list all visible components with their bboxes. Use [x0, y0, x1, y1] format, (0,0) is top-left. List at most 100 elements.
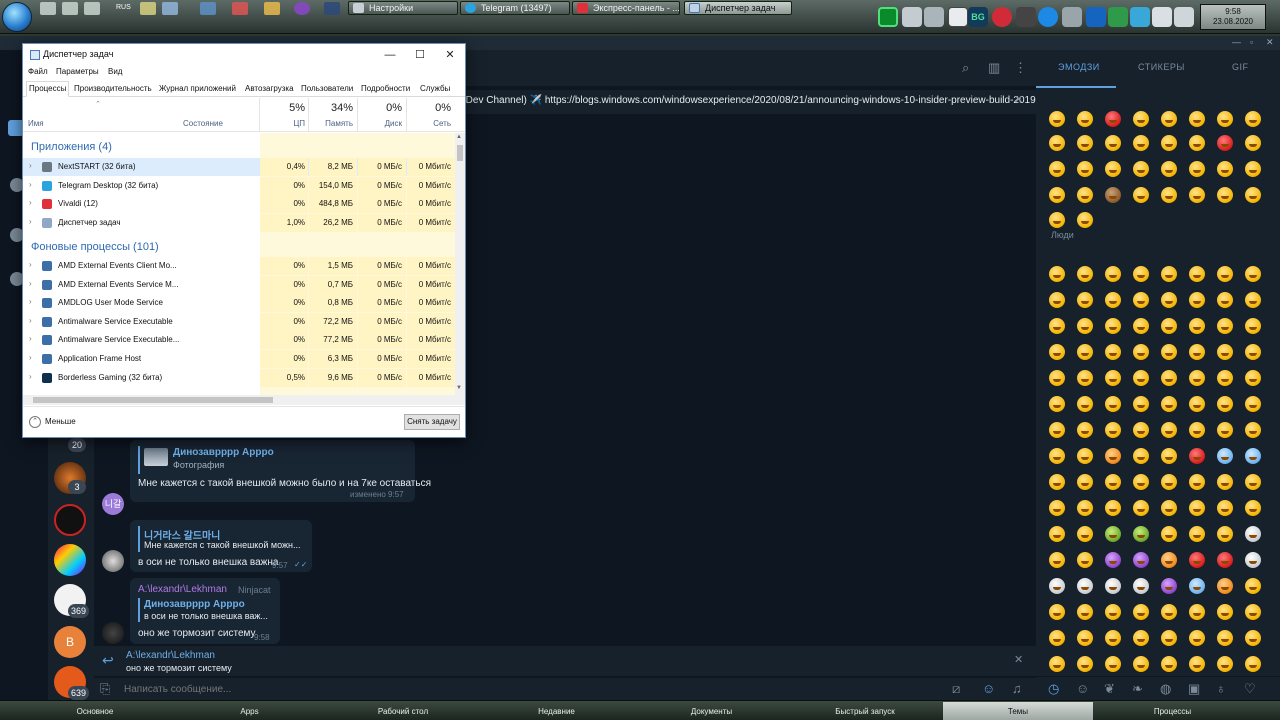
taskbar-button-telegram[interactable]: Telegram (13497): [460, 1, 570, 15]
emoji-icon[interactable]: [1161, 266, 1177, 282]
process-row[interactable]: › Диспетчер задач 1,0% 26,2 МБ 0 МБ/с 0 Мбит/…: [23, 213, 455, 232]
quick-launch-icon[interactable]: [162, 2, 178, 15]
emoji-icon[interactable]: [1049, 344, 1065, 360]
group-background[interactable]: Фоновые процессы (101): [23, 236, 455, 258]
emoji-icon[interactable]: [1245, 604, 1261, 620]
emoji-icon[interactable]: [1049, 552, 1065, 568]
maximize-button[interactable]: ☐: [405, 46, 435, 64]
security-icon[interactable]: [1108, 7, 1128, 27]
emoji-icon[interactable]: [1217, 318, 1233, 334]
emoji-icon[interactable]: [1049, 111, 1065, 127]
emoji-icon[interactable]: [1105, 318, 1121, 334]
emoji-icon[interactable]: [1189, 344, 1205, 360]
emoji-icon[interactable]: [1189, 604, 1205, 620]
emoji-icon[interactable]: [1049, 578, 1065, 594]
emoji-icon[interactable]: [1049, 318, 1065, 334]
emoji-icon[interactable]: [1245, 135, 1261, 151]
emoji-icon[interactable]: [1077, 344, 1093, 360]
emoji-icon[interactable]: [1133, 474, 1149, 490]
emoji-icon[interactable]: [1133, 344, 1149, 360]
bluetooth-icon[interactable]: [1086, 7, 1106, 27]
tab-startup[interactable]: Автозагрузка: [245, 83, 294, 97]
emoji-icon[interactable]: [1133, 161, 1149, 177]
tray-icon[interactable]: [1016, 7, 1036, 27]
clock[interactable]: 9:58 23.08.2020: [1200, 4, 1266, 30]
emoji-icon[interactable]: [1105, 474, 1121, 490]
emoji-icon[interactable]: [1245, 500, 1261, 516]
process-row[interactable]: › NextSTART (32 бита) 0,4% 8,2 МБ 0 МБ/с 0 Мб…: [23, 158, 455, 176]
emoji-icon[interactable]: [1077, 212, 1093, 228]
tray-icon[interactable]: [902, 7, 922, 27]
tray-icon[interactable]: [1130, 7, 1150, 27]
emoji-icon[interactable]: [1049, 212, 1065, 228]
smile-icon[interactable]: ☺: [1076, 681, 1089, 696]
tray-icon[interactable]: [992, 7, 1012, 27]
emoji-icon[interactable]: [1077, 526, 1093, 542]
emoji-icon[interactable]: [1077, 552, 1093, 568]
emoji-icon[interactable]: [1105, 422, 1121, 438]
emoji-icon[interactable]: [1077, 266, 1093, 282]
emoji-icon[interactable]: [1049, 396, 1065, 412]
emoji-icon[interactable]: [1245, 422, 1261, 438]
process-row[interactable]: › Vivaldi (12) 0% 484,8 МБ 0 МБ/с 0 Мбит/с: [23, 195, 455, 214]
emoji-icon[interactable]: [1049, 161, 1065, 177]
emoji-icon[interactable]: [1245, 266, 1261, 282]
emoji-icon[interactable]: [1049, 266, 1065, 282]
emoji-icon[interactable]: [1077, 111, 1093, 127]
dock-item-recent[interactable]: Недавние: [479, 707, 634, 716]
emoji-icon[interactable]: [1105, 187, 1121, 203]
scroll-thumb[interactable]: [457, 145, 463, 161]
emoji-icon[interactable]: [1245, 344, 1261, 360]
taskbar-button-task-manager[interactable]: Диспетчер задач: [684, 1, 792, 15]
microphone-icon[interactable]: ♫: [1012, 681, 1022, 696]
tray-monitor-icon[interactable]: [878, 7, 898, 27]
close-icon[interactable]: ✕: [1014, 653, 1023, 666]
emoji-icon[interactable]: [1161, 448, 1177, 464]
emoji-icon[interactable]: [1077, 448, 1093, 464]
minimize-icon[interactable]: —: [1232, 37, 1241, 47]
emoji-icon[interactable]: [1133, 135, 1149, 151]
close-button[interactable]: ✕: [435, 46, 465, 64]
emoji-icon[interactable]: [1245, 396, 1261, 412]
quick-launch-icon[interactable]: [140, 2, 156, 15]
menu-view[interactable]: Вид: [108, 67, 122, 76]
emoji-icon[interactable]: [1189, 552, 1205, 568]
emoji-icon[interactable]: [1077, 292, 1093, 308]
expand-chevron-icon[interactable]: ›: [29, 297, 32, 306]
tab-stickers[interactable]: СТИКЕРЫ: [1138, 62, 1185, 72]
emoji-icon[interactable]: [1245, 578, 1261, 594]
quick-launch-icon[interactable]: [232, 2, 248, 15]
emoji-icon[interactable]: [1245, 161, 1261, 177]
process-row[interactable]: › Telegram Desktop (32 бита) 0% 154,0 МБ 0 М…: [23, 176, 455, 195]
emoji-icon[interactable]: [1217, 161, 1233, 177]
emoji-icon[interactable]: [1105, 292, 1121, 308]
emoji-icon[interactable]: [1105, 448, 1121, 464]
cpu-percent[interactable]: 5%: [263, 102, 305, 114]
emoji-icon[interactable]: [1105, 500, 1121, 516]
emoji-icon[interactable]: [1217, 344, 1233, 360]
emoji-icon[interactable]: [1245, 187, 1261, 203]
process-row[interactable]: › Application Frame Host 0% 6,3 МБ 0 МБ/с 0 М…: [23, 350, 455, 368]
emoji-icon[interactable]: [1077, 396, 1093, 412]
emoji-icon[interactable]: [1049, 187, 1065, 203]
sidebar-toggle-icon[interactable]: ▥: [988, 60, 1000, 76]
emoji-icon[interactable]: [1049, 604, 1065, 620]
emoji-icon[interactable]: [1189, 474, 1205, 490]
emoji-icon[interactable]: [1077, 161, 1093, 177]
tray-icon[interactable]: [924, 7, 944, 27]
emoji-icon[interactable]: [1217, 187, 1233, 203]
network-icon[interactable]: [1152, 7, 1172, 27]
borderless-gaming-tray-icon[interactable]: BG: [968, 7, 988, 27]
process-row[interactable]: › AMD External Events Client Mo... 0% 1,5 М…: [23, 257, 455, 275]
vertical-scrollbar[interactable]: ▲ ▼: [455, 133, 465, 395]
emoji-icon[interactable]: [1189, 318, 1205, 334]
taskbar-button-settings[interactable]: Настройки: [348, 1, 458, 15]
emoji-icon[interactable]: [1049, 500, 1065, 516]
emoji-icon[interactable]: [1217, 604, 1233, 620]
emoji-icon[interactable]: [1245, 448, 1261, 464]
skype-icon[interactable]: [1038, 7, 1058, 27]
recent-icon[interactable]: ◷: [1048, 681, 1059, 697]
emoji-icon[interactable]: [1245, 552, 1261, 568]
emoji-icon[interactable]: [1161, 187, 1177, 203]
emoji-icon[interactable]: [1077, 630, 1093, 646]
